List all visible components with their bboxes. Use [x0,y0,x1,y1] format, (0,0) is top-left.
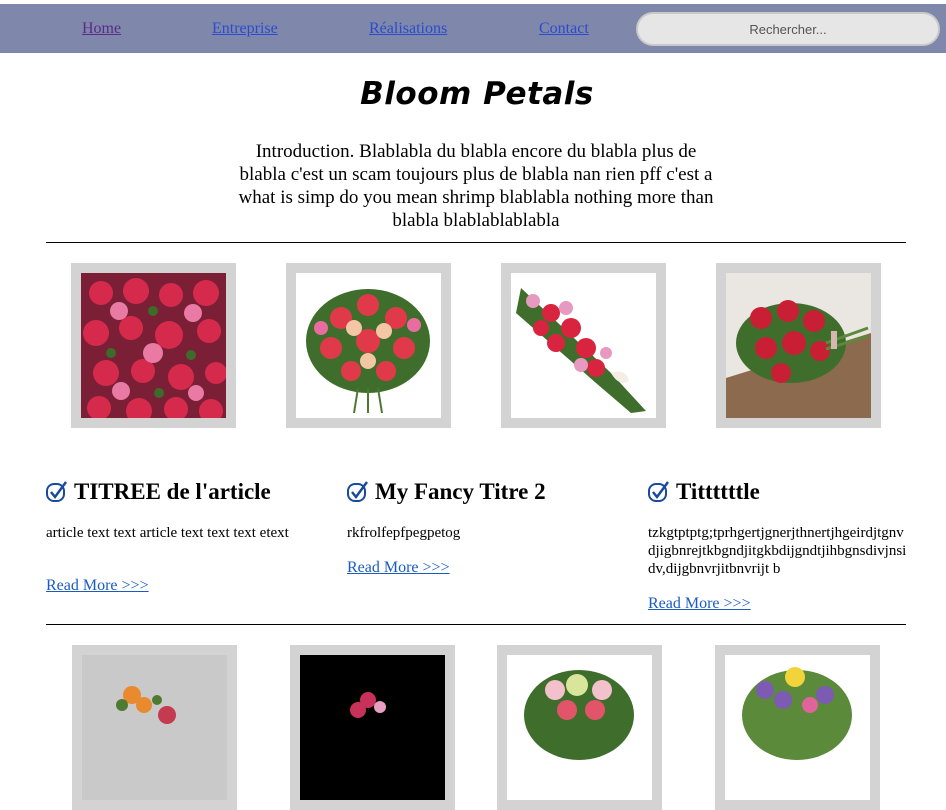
flower-photo-5 [82,655,227,800]
gallery-item-7[interactable] [497,645,662,810]
article-text: article text text article text text text… [46,525,289,541]
gallery-item-1[interactable] [71,263,236,428]
article-3: Tittttttle tzkgtptptg;tprhgertjgnerjthne… [648,479,908,612]
gallery-item-6[interactable] [290,645,455,810]
article-title: My Fancy Titre 2 [375,479,546,504]
nav-link-contact[interactable]: Contact [539,20,589,38]
top-navbar: Home Entreprise Réalisations Contact [0,4,946,53]
nav-link-home[interactable]: Home [82,20,121,38]
flower-photo-1 [81,273,226,418]
read-more-link[interactable]: Read More >>> [347,559,450,577]
site-title: Bloom Petals [360,76,594,112]
search-input[interactable] [636,12,940,46]
flower-photo-7 [507,655,652,800]
read-more-link[interactable]: Read More >>> [648,595,751,613]
article-2: My Fancy Titre 2 rkfrolfepfpegpetog Read… [347,479,609,576]
intro-paragraph: Introduction. Blablabla du blabla encore… [238,141,714,231]
article-1: TITREE de l'article article text text ar… [46,479,308,594]
article-title: Tittttttle [676,479,760,504]
gallery-item-2[interactable] [286,263,451,428]
gallery-item-3[interactable] [501,263,666,428]
checkmark-icon [46,481,68,502]
flower-photo-6 [300,655,445,800]
checkmark-icon [648,481,670,502]
flower-photo-8 [725,655,870,800]
nav-link-realisations[interactable]: Réalisations [369,20,447,38]
article-title: TITREE de l'article [74,479,271,504]
gallery-item-4[interactable] [716,263,881,428]
gallery-item-5[interactable] [72,645,237,810]
flower-photo-3 [511,273,656,418]
nav-link-entreprise[interactable]: Entreprise [212,20,278,38]
divider-top [46,242,906,243]
flower-photo-4 [726,273,871,418]
article-text: tzkgtptptg;tprhgertjgnerjthnertjhgeirdjt… [648,525,907,577]
read-more-link[interactable]: Read More >>> [46,577,149,595]
article-text: rkfrolfepfpegpetog [347,525,461,541]
gallery-item-8[interactable] [715,645,880,810]
checkmark-icon [347,481,369,502]
flower-photo-2 [296,273,441,418]
divider-bottom [46,624,906,625]
